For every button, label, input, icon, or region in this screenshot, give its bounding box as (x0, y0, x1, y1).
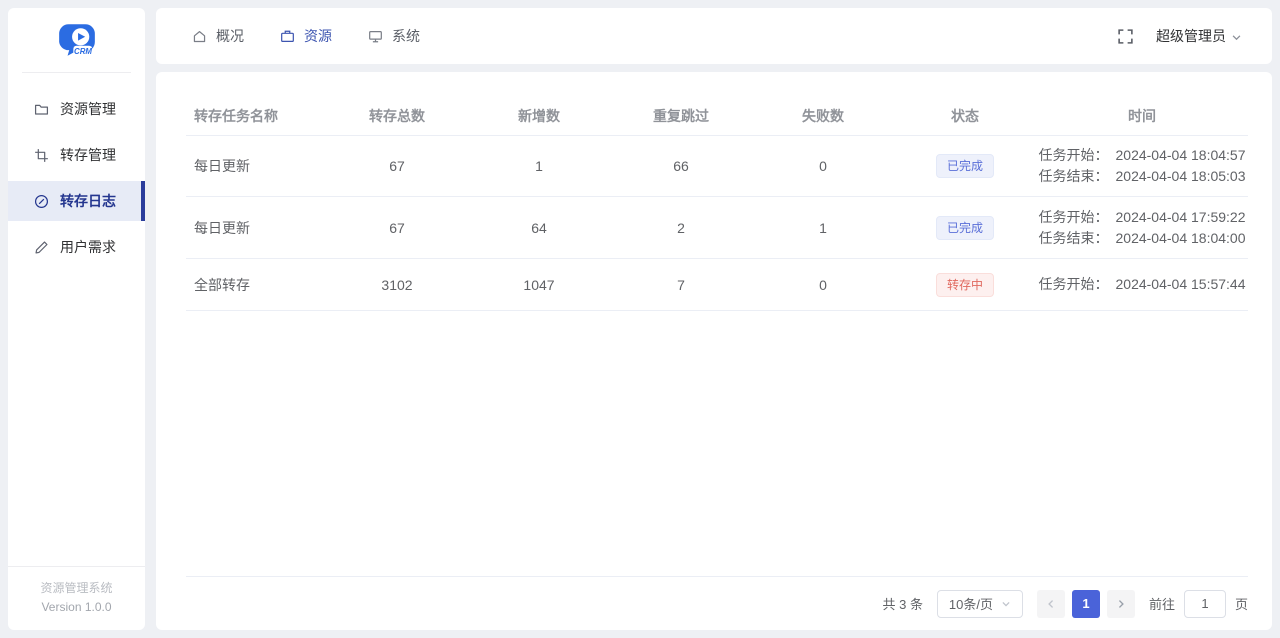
time-line: 任务开始： 2024-04-04 15:57:44 (1038, 276, 1246, 292)
tab-label: 资源 (304, 28, 332, 44)
goto-page-input[interactable] (1183, 589, 1226, 618)
fullscreen-icon[interactable] (1117, 28, 1134, 45)
cell-failed: 1 (819, 219, 827, 236)
cell-skipped: 2 (677, 219, 685, 236)
next-page-button[interactable] (1106, 589, 1135, 618)
cell-status: 已完成 (894, 154, 1036, 178)
cell-total: 67 (389, 158, 405, 174)
table-row: 全部转存 3102 1047 7 0 转存中 任务开始： 2024-04-04 1… (186, 259, 1248, 311)
cell-skipped: 7 (677, 276, 685, 293)
topbar-right: 超级管理员 (1117, 26, 1242, 46)
compass-icon (34, 194, 49, 209)
content-panel: 转存任务名称 转存总数 新增数 重复跳过 失败数 状态 时间 每日更新 67 1… (156, 72, 1272, 630)
goto-page: 前往 页 (1148, 589, 1248, 618)
time-line: 任务结束： 2024-04-04 18:05:03 (1038, 168, 1246, 184)
cell-total: 67 (389, 219, 405, 236)
user-dropdown[interactable]: 超级管理员 (1156, 26, 1242, 46)
sidebar-item-label: 资源管理 (60, 101, 116, 117)
sidebar: CRM 资源管理 转存管理 转存日志 用户需求 资源管理系统 Version 1… (8, 8, 145, 630)
column-header-total: 转存总数 (369, 107, 425, 124)
folder-icon (34, 102, 49, 117)
sidebar-menu: 资源管理 转存管理 转存日志 用户需求 (8, 73, 145, 267)
cell-total: 3102 (381, 276, 413, 293)
pagination-bar: 共 3 条 10条/页 1 前往 页 (186, 576, 1248, 630)
app-version: Version 1.0.0 (41, 600, 112, 614)
tab-resources[interactable]: 资源 (280, 26, 332, 46)
tab-system[interactable]: 系统 (368, 26, 420, 46)
table-row: 每日更新 67 64 2 1 已完成 任务开始： 2024-04-04 17:59… (186, 197, 1248, 259)
time-line: 任务开始： 2024-04-04 17:59:22 (1038, 208, 1246, 225)
page-size-value: 10条/页 (948, 597, 993, 612)
cell-added: 64 (531, 219, 547, 236)
cell-task-name: 每日更新 (194, 158, 250, 174)
briefcase-icon (280, 29, 295, 44)
tab-label: 概况 (216, 28, 244, 44)
tab-overview[interactable]: 概况 (192, 26, 244, 46)
crop-icon (34, 148, 49, 163)
column-header-time: 时间 (1128, 107, 1156, 124)
tab-label: 系统 (392, 28, 420, 44)
sidebar-item-transfer-management[interactable]: 转存管理 (8, 135, 145, 175)
goto-unit: 页 (1234, 597, 1248, 612)
cell-time: 任务开始： 2024-04-04 17:59:22 任务结束： 2024-04-04… (1036, 207, 1248, 249)
monitor-icon (368, 29, 383, 44)
app-title: 资源管理系统 (40, 581, 113, 595)
home-icon (192, 29, 207, 44)
topbar-tabs: 概况 资源 系统 (192, 26, 420, 46)
sidebar-item-user-needs[interactable]: 用户需求 (8, 227, 145, 267)
sidebar-footer: 资源管理系统 Version 1.0.0 (8, 566, 145, 630)
sidebar-item-label: 转存管理 (60, 147, 116, 163)
table-row: 每日更新 67 1 66 0 已完成 任务开始： 2024-04-04 18:04… (186, 136, 1248, 197)
cell-time: 任务开始： 2024-04-04 15:57:44 (1036, 274, 1248, 295)
cell-failed: 0 (819, 276, 827, 293)
cell-added: 1 (535, 158, 543, 174)
time-line: 任务开始： 2024-04-04 18:04:57 (1038, 147, 1246, 163)
sidebar-item-label: 用户需求 (60, 239, 116, 255)
column-header-task-name: 转存任务名称 (194, 107, 278, 124)
svg-text:CRM: CRM (74, 47, 92, 56)
cell-status: 转存中 (894, 272, 1036, 297)
status-badge: 已完成 (935, 215, 994, 240)
sidebar-item-transfer-log[interactable]: 转存日志 (8, 181, 145, 221)
cell-time: 任务开始： 2024-04-04 18:04:57 任务结束： 2024-04-04… (1036, 145, 1248, 187)
cell-status: 已完成 (894, 215, 1036, 240)
status-badge: 转存中 (935, 272, 994, 297)
page-size-select[interactable]: 10条/页 (936, 589, 1023, 618)
crm-logo-icon: CRM (58, 24, 95, 57)
time-line: 任务结束： 2024-04-04 18:04:00 (1038, 229, 1246, 246)
column-header-added: 新增数 (518, 107, 560, 124)
table-header-row: 转存任务名称 转存总数 新增数 重复跳过 失败数 状态 时间 (186, 96, 1248, 136)
column-header-status: 状态 (951, 107, 979, 124)
pager: 1 (1036, 589, 1135, 618)
app-logo: CRM (8, 8, 145, 68)
cell-task-name: 全部转存 (194, 276, 250, 293)
column-header-skipped: 重复跳过 (653, 107, 709, 124)
sidebar-item-resource-management[interactable]: 资源管理 (8, 89, 145, 129)
user-name: 超级管理员 (1156, 28, 1226, 44)
goto-label: 前往 (1148, 597, 1175, 612)
sidebar-item-label: 转存日志 (60, 193, 116, 209)
status-badge: 已完成 (935, 154, 994, 178)
prev-page-button[interactable] (1036, 589, 1065, 618)
pagination-total: 共 3 条 (882, 597, 923, 612)
chevron-down-icon (1001, 599, 1011, 609)
cell-task-name: 每日更新 (194, 219, 250, 236)
topbar: 概况 资源 系统 超级管理员 (156, 8, 1272, 64)
cell-added: 1047 (523, 276, 555, 293)
pen-icon (34, 240, 49, 255)
chevron-down-icon (1231, 32, 1242, 43)
column-header-failed: 失败数 (802, 107, 844, 124)
cell-failed: 0 (819, 158, 827, 174)
cell-skipped: 66 (673, 158, 689, 174)
page-number-button[interactable]: 1 (1071, 589, 1100, 618)
